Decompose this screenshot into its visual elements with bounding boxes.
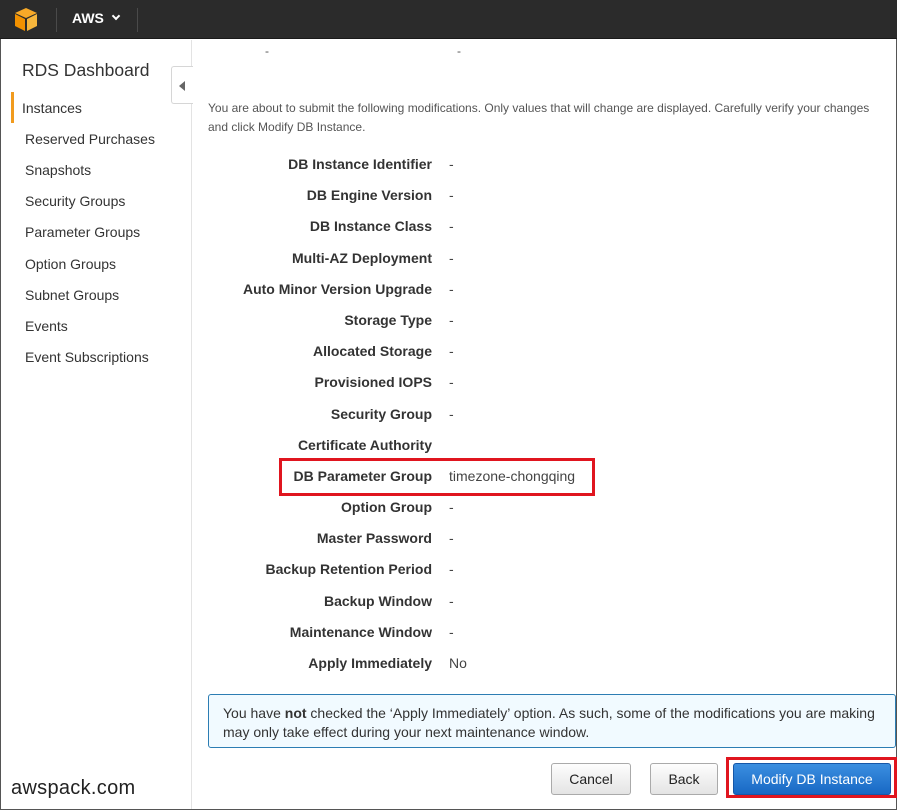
sidebar-item-instances[interactable]: Instances <box>11 92 192 124</box>
row-label: Option Group <box>341 499 432 516</box>
row-label: Auto Minor Version Upgrade <box>242 280 432 297</box>
row-value: - <box>449 249 454 266</box>
modification-intro-text: You are about to submit the following mo… <box>208 101 870 134</box>
topbar-divider <box>56 8 57 32</box>
row-label: DB Instance Class <box>309 218 432 235</box>
row-label: Provisioned IOPS <box>314 374 432 391</box>
modification-summary: DB Instance Identifier - DB Engine Versio… <box>200 148 890 678</box>
row-value: - <box>449 592 454 609</box>
summary-row: Apply Immediately No <box>200 647 890 678</box>
row-label: Master Password <box>316 530 432 547</box>
row-label: DB Engine Version <box>306 187 432 204</box>
row-value: - <box>449 218 454 235</box>
summary-row: Provisioned IOPS - <box>200 366 890 397</box>
summary-row: DB Instance Identifier - <box>200 148 890 179</box>
summary-row: Auto Minor Version Upgrade - <box>200 273 890 304</box>
row-value: - <box>449 280 454 297</box>
row-label: Security Group <box>330 405 432 422</box>
back-button[interactable]: Back <box>650 763 718 795</box>
row-label: Certificate Authority <box>297 436 432 453</box>
watermark: awspack.com <box>11 777 136 799</box>
sidebar-item-security-groups[interactable]: Security Groups <box>11 186 192 217</box>
row-label: Allocated Storage <box>312 343 432 360</box>
row-value: - <box>449 405 454 422</box>
chevron-down-icon <box>111 11 121 21</box>
collapse-sidebar-button[interactable] <box>171 66 193 104</box>
summary-row: Certificate Authority <box>200 429 890 460</box>
row-label: Multi-AZ Deployment <box>292 249 432 266</box>
top-navigation-bar: AWS <box>0 0 897 39</box>
summary-row: Maintenance Window - <box>200 616 890 647</box>
row-value: - <box>449 499 454 516</box>
apply-immediately-notice: You have not checked the ‘Apply Immediat… <box>208 694 896 748</box>
sidebar-item-events[interactable]: Events <box>11 310 192 341</box>
sidebar-item-event-subscriptions[interactable]: Event Subscriptions <box>11 342 192 373</box>
summary-row: Multi-AZ Deployment - <box>200 242 890 273</box>
aws-services-menu[interactable]: AWS <box>72 10 121 26</box>
notice-text-end: checked the ‘Apply Immediately’ option. … <box>223 705 875 740</box>
row-value: - <box>449 561 454 578</box>
row-value: - <box>449 311 454 328</box>
sidebar-item-reserved-purchases[interactable]: Reserved Purchases <box>11 123 192 154</box>
aws-cube-icon[interactable] <box>13 7 39 32</box>
cut-off-text: - <box>457 44 461 58</box>
summary-row: Backup Window - <box>200 585 890 616</box>
sidebar-title: RDS Dashboard <box>22 60 150 80</box>
summary-row: Master Password - <box>200 522 890 553</box>
cancel-button[interactable]: Cancel <box>551 763 631 795</box>
summary-row: Allocated Storage - <box>200 335 890 366</box>
row-label: DB Instance Identifier <box>288 156 432 172</box>
row-value: - <box>449 156 454 172</box>
summary-row: Security Group - <box>200 398 890 429</box>
row-value: - <box>449 623 454 640</box>
sidebar-item-option-groups[interactable]: Option Groups <box>11 248 192 279</box>
row-value: - <box>449 187 454 204</box>
sidebar-item-snapshots[interactable]: Snapshots <box>11 154 192 185</box>
row-label: Maintenance Window <box>289 623 432 640</box>
summary-row: Backup Retention Period - <box>200 553 890 584</box>
row-value: - <box>449 374 454 391</box>
summary-row: DB Engine Version - <box>200 179 890 210</box>
sidebar-item-subnet-groups[interactable]: Subnet Groups <box>11 279 192 310</box>
row-value: - <box>449 530 454 547</box>
summary-row: DB Instance Class - <box>200 210 890 241</box>
notice-emphasis: not <box>284 705 307 721</box>
sidebar-item-parameter-groups[interactable]: Parameter Groups <box>11 217 192 248</box>
sidebar-nav: Instances Reserved Purchases Snapshots S… <box>11 92 192 373</box>
annotation-highlight-box <box>279 458 595 496</box>
topbar-divider <box>137 8 138 32</box>
aws-menu-label: AWS <box>72 10 104 26</box>
row-label: Apply Immediately <box>308 655 432 671</box>
annotation-highlight-box <box>726 757 897 798</box>
summary-row: Storage Type - <box>200 304 890 335</box>
cut-off-text: - <box>265 44 269 58</box>
row-label: Backup Window <box>324 592 432 609</box>
row-label: Storage Type <box>344 311 432 328</box>
row-value: No <box>449 655 467 671</box>
row-value: - <box>449 343 454 360</box>
row-label: Backup Retention Period <box>265 561 432 578</box>
notice-text-start: You have <box>223 705 285 721</box>
sidebar: RDS Dashboard Instances Reserved Purchas… <box>1 40 192 809</box>
